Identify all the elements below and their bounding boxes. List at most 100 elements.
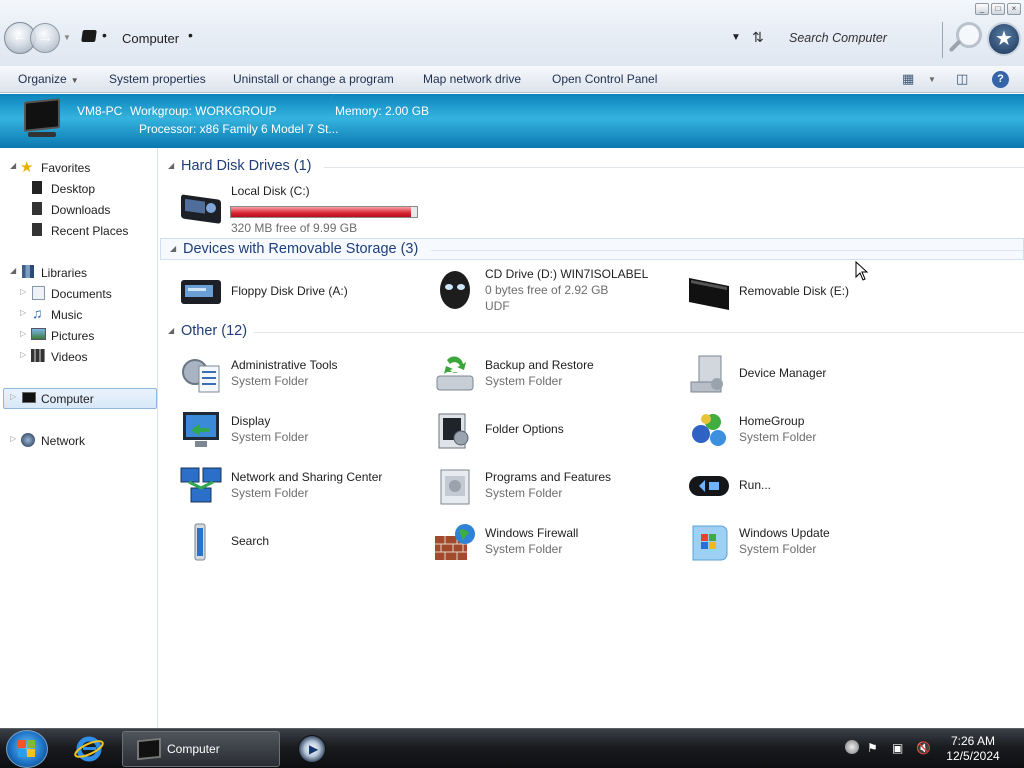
item-type: System Folder (739, 542, 817, 556)
nav-documents[interactable]: ▷ Documents (20, 284, 150, 304)
breadcrumb-separator[interactable]: • (188, 27, 193, 43)
minimize-button[interactable]: _ (975, 3, 989, 15)
cd-drive-icon (440, 271, 470, 309)
item-run[interactable]: Run... (667, 462, 917, 510)
nav-recent-places[interactable]: Recent Places (20, 221, 150, 241)
change-view-icon[interactable]: ▦ (902, 71, 914, 87)
group-title: Hard Disk Drives (1) (181, 158, 312, 174)
administrative-tools-icon (182, 359, 220, 393)
nav-pictures[interactable]: ▷ Pictures (20, 326, 150, 346)
item-backup-and-restore[interactable]: Backup and Restore System Folder (413, 350, 663, 398)
item-homegroup[interactable]: HomeGroup System Folder (667, 406, 917, 454)
group-title: Other (12) (181, 323, 248, 339)
drive-free-space: 320 MB free of 9.99 GB (231, 221, 358, 235)
forward-button[interactable]: → (30, 23, 60, 53)
hard-disk-icon (181, 194, 221, 224)
group-removable-storage[interactable]: ◢ Devices with Removable Storage (3) (160, 238, 1024, 260)
item-name: Search (231, 534, 270, 548)
item-network-and-sharing-center[interactable]: Network and Sharing Center System Folder (159, 462, 409, 510)
desktop-icon (32, 181, 42, 194)
programs-features-icon (440, 469, 470, 505)
drive-name: CD Drive (D:) WIN7ISOLABEL (485, 267, 649, 281)
device-manager-icon (690, 355, 723, 393)
item-type: System Folder (231, 374, 309, 388)
collapse-arrow-icon[interactable]: ◢ (168, 326, 174, 335)
item-windows-update[interactable]: Windows Update System Folder (667, 518, 917, 566)
item-windows-firewall[interactable]: Windows Firewall System Folder (413, 518, 663, 566)
breadcrumb-separator[interactable]: • (102, 27, 107, 43)
drive-cd-d[interactable]: CD Drive (D:) WIN7ISOLABEL 0 bytes free … (413, 266, 673, 314)
expand-arrow-icon[interactable]: ▷ (20, 287, 26, 296)
nav-desktop[interactable]: Desktop (20, 179, 150, 199)
nav-label: Videos (51, 350, 88, 364)
breadcrumb-computer[interactable]: Computer (122, 31, 179, 46)
open-control-panel-button[interactable]: Open Control Panel (552, 72, 657, 86)
uninstall-program-button[interactable]: Uninstall or change a program (233, 72, 394, 86)
drive-name: Removable Disk (E:) (739, 284, 850, 298)
internet-explorer-icon[interactable] (74, 735, 104, 763)
memory-text: Memory: 2.00 GB (335, 104, 430, 118)
nav-music[interactable]: ▷ ♫ Music (20, 305, 150, 325)
group-other[interactable]: ◢ Other (12) (159, 321, 1024, 343)
drive-local-disk-c[interactable]: Local Disk (C:) 320 MB free of 9.99 GB (159, 182, 439, 235)
nav-network[interactable]: ▷ Network (10, 431, 150, 451)
taskbar-computer-window[interactable]: Computer (122, 731, 280, 767)
drive-name: Local Disk (C:) (231, 184, 310, 198)
drive-removable-e[interactable]: Removable Disk (E:) (667, 268, 917, 316)
system-properties-button[interactable]: System properties (109, 72, 206, 86)
drive-filesystem: UDF (485, 299, 510, 313)
nav-downloads[interactable]: Downloads (20, 200, 150, 220)
help-icon[interactable]: ? (992, 71, 1009, 88)
windows-logo-icon (18, 740, 36, 758)
expand-arrow-icon[interactable]: ▷ (20, 329, 26, 338)
nav-videos[interactable]: ▷ Videos (20, 347, 150, 367)
nav-computer[interactable]: ▷ Computer (10, 389, 150, 409)
chevron-down-icon[interactable]: ▼ (928, 75, 936, 84)
close-button[interactable]: × (1007, 3, 1021, 15)
command-bar: Organize ▼ System properties Uninstall or… (0, 66, 1024, 93)
expand-arrow-icon[interactable]: ▷ (10, 392, 16, 401)
network-tray-icon[interactable]: ▣ (892, 741, 903, 755)
search-input[interactable] (778, 24, 940, 52)
nav-label: Libraries (41, 266, 88, 280)
backup-restore-icon (436, 356, 474, 391)
expand-arrow-icon[interactable]: ◢ (10, 161, 16, 170)
expand-arrow-icon[interactable]: ▷ (20, 308, 26, 317)
item-programs-and-features[interactable]: Programs and Features System Folder (413, 462, 663, 510)
tray-status-icon[interactable] (845, 740, 859, 754)
maximize-button[interactable]: □ (991, 3, 1005, 15)
nav-favorites[interactable]: ◢ ★ Favorites (10, 158, 150, 178)
action-center-flag-icon[interactable]: ⚑ (867, 741, 878, 755)
drive-floppy-a[interactable]: Floppy Disk Drive (A:) (159, 268, 409, 316)
expand-arrow-icon[interactable]: ▷ (10, 434, 16, 443)
search-icon[interactable] (948, 22, 982, 58)
media-player-icon[interactable]: ▶ (298, 735, 326, 763)
volume-muted-icon[interactable]: 🔇 (916, 741, 931, 755)
organize-label: Organize (18, 72, 67, 86)
network-sharing-icon (180, 467, 222, 503)
address-dropdown[interactable]: ▼ (731, 32, 741, 43)
expand-arrow-icon[interactable]: ◢ (10, 266, 16, 275)
item-folder-options[interactable]: Folder Options (413, 406, 663, 454)
system-clock[interactable]: 7:26 AM 12/5/2024 (940, 734, 1006, 764)
item-display[interactable]: Display System Folder (159, 406, 409, 454)
star-icon[interactable]: ★ (987, 22, 1021, 56)
group-hard-disk-drives[interactable]: ◢ Hard Disk Drives (1) (159, 156, 1024, 178)
item-administrative-tools[interactable]: Administrative Tools System Folder (159, 350, 409, 398)
collapse-arrow-icon[interactable]: ◢ (168, 161, 174, 170)
videos-icon (31, 349, 45, 362)
start-button[interactable] (6, 730, 48, 768)
item-search[interactable]: Search (159, 518, 409, 566)
refresh-icon[interactable]: ⇅ (752, 29, 764, 46)
recent-pages-dropdown[interactable]: ▼ (63, 33, 71, 42)
collapse-arrow-icon[interactable]: ◢ (170, 244, 176, 253)
nav-libraries[interactable]: ◢ Libraries (10, 263, 150, 283)
expand-arrow-icon[interactable]: ▷ (20, 350, 26, 359)
item-name: HomeGroup (739, 414, 805, 428)
item-name: Device Manager (739, 366, 827, 380)
map-network-drive-button[interactable]: Map network drive (423, 72, 521, 86)
item-device-manager[interactable]: Device Manager (667, 350, 917, 398)
organize-button[interactable]: Organize ▼ (18, 72, 79, 86)
preview-pane-icon[interactable]: ◫ (956, 71, 968, 87)
drive-name: Floppy Disk Drive (A:) (231, 284, 348, 298)
